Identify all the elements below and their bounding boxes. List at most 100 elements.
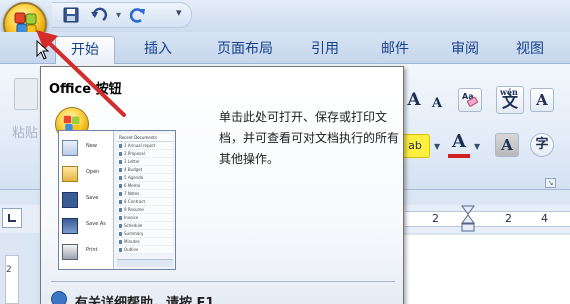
save-icon xyxy=(63,7,79,23)
clear-formatting-button[interactable]: Aa xyxy=(458,88,482,112)
tooltip-help-text: 有关详细帮助，请按 F1 xyxy=(75,296,215,304)
clipboard-icon xyxy=(14,78,38,110)
recent-documents-list: Recent Documents 1 Annual report 2 Propos… xyxy=(117,134,173,254)
document-icon xyxy=(119,215,122,220)
recent-document-item: Summary xyxy=(117,230,173,238)
recent-document-label: 3 Letter xyxy=(124,159,140,164)
word-2007-window: ▾ ▾ 开始 插入 页面布局 引用 邮件 审阅 视图 粘贴 A A Aa wén… xyxy=(0,0,570,304)
document-icon xyxy=(119,183,122,188)
recent-document-label: 5 Agenda xyxy=(124,175,144,180)
new-document-icon xyxy=(62,140,78,156)
document-icon xyxy=(119,223,122,228)
tab-insert[interactable]: 插入 xyxy=(128,36,188,64)
recent-document-item: Schedule xyxy=(117,222,173,230)
recent-document-item: Minutes xyxy=(117,238,173,246)
recent-document-label: 1 Annual report xyxy=(124,143,156,148)
document-icon xyxy=(119,199,122,204)
tab-mailings[interactable]: 邮件 xyxy=(370,36,420,64)
document-icon xyxy=(119,159,122,164)
document-icon xyxy=(119,143,122,148)
recent-document-label: 7 Notes xyxy=(124,191,140,196)
phonetic-guide-char: 文 xyxy=(502,92,519,111)
menu-item-new: New xyxy=(62,139,112,159)
save-icon xyxy=(62,192,78,208)
recent-document-label: 6 Memo xyxy=(124,183,141,188)
document-icon xyxy=(119,167,122,172)
menu-footer-buttons xyxy=(117,259,173,267)
highlight-dropdown-arrow[interactable]: ▼ xyxy=(434,142,440,151)
phonetic-guide-button[interactable]: wén 文 xyxy=(496,86,524,114)
document-icon xyxy=(119,175,122,180)
text-highlight-button[interactable]: ab xyxy=(400,134,430,158)
document-icon xyxy=(119,151,122,156)
indent-marker-icon[interactable] xyxy=(461,205,475,233)
eraser-icon: Aa xyxy=(462,92,478,107)
redo-icon xyxy=(129,8,146,23)
font-dialog-launcher-icon[interactable]: ↘ xyxy=(545,178,556,188)
tab-review[interactable]: 审阅 xyxy=(440,36,490,64)
help-icon xyxy=(51,291,67,304)
document-icon xyxy=(119,207,122,212)
font-color-button[interactable]: A xyxy=(447,130,471,154)
recent-document-item: 9 Resume xyxy=(117,206,173,214)
tab-selector-button[interactable] xyxy=(2,208,22,228)
grow-font-button[interactable]: A xyxy=(402,88,426,112)
menu-item-save: Save xyxy=(62,191,112,211)
customize-quick-access-icon[interactable]: ▾ xyxy=(176,6,182,19)
menu-item-label: Save xyxy=(86,195,99,201)
recent-documents-items: 1 Annual report 2 Proposal 3 Letter 4 Budge… xyxy=(117,142,173,254)
document-icon xyxy=(119,239,122,244)
menu-item-print: Print xyxy=(62,243,112,263)
document-icon xyxy=(119,247,122,252)
tooltip-separator xyxy=(51,281,395,282)
recent-document-label: 9 Resume xyxy=(124,207,144,212)
recent-document-item: Invoice xyxy=(117,214,173,222)
recent-document-item: 6 Memo xyxy=(117,182,173,190)
font-color-bar xyxy=(448,154,470,158)
tooltip-title: Office 按钮 xyxy=(49,82,122,97)
character-shading-button[interactable]: A xyxy=(495,133,519,157)
recent-document-item: Outline xyxy=(117,246,173,254)
font-color-dropdown-arrow[interactable]: ▼ xyxy=(474,142,480,151)
ruler-number: 4 xyxy=(541,212,548,225)
character-border-button[interactable]: A xyxy=(530,88,554,112)
redo-button[interactable] xyxy=(127,4,149,26)
vertical-ruler-number: 2 xyxy=(6,265,12,275)
save-as-icon xyxy=(62,218,78,234)
menu-item-label: Open xyxy=(86,169,100,175)
recent-documents-title: Recent Documents xyxy=(117,134,173,142)
tab-references[interactable]: 引用 xyxy=(300,36,350,64)
undo-dropdown-arrow[interactable]: ▾ xyxy=(116,10,121,21)
tab-page-layout[interactable]: 页面布局 xyxy=(200,36,290,64)
left-tab-icon xyxy=(8,214,16,222)
recent-document-label: Invoice xyxy=(124,215,139,220)
ruler-number: 2 xyxy=(505,212,512,225)
document-icon xyxy=(119,231,122,236)
recent-document-item: 1 Annual report xyxy=(117,142,173,150)
document-page[interactable] xyxy=(400,235,570,304)
recent-document-label: Summary xyxy=(124,231,144,236)
open-folder-icon xyxy=(62,166,78,182)
document-icon xyxy=(119,191,122,196)
tab-home[interactable]: 开始 xyxy=(55,36,115,64)
menu-item-label: Print xyxy=(86,247,98,253)
undo-icon xyxy=(91,7,108,22)
menu-item-label: New xyxy=(86,143,97,149)
undo-button[interactable] xyxy=(88,4,110,26)
enclose-characters-button[interactable]: 字 xyxy=(530,133,554,157)
tab-view[interactable]: 视图 xyxy=(505,36,555,64)
shrink-font-button[interactable]: A xyxy=(425,92,449,116)
menu-item-open: Open xyxy=(62,165,112,185)
ribbon-tabs: 开始 插入 页面布局 引用 邮件 审阅 视图 xyxy=(0,32,570,64)
recent-document-item: 8 Contract xyxy=(117,198,173,206)
vertical-ruler[interactable] xyxy=(5,255,19,304)
mouse-cursor-icon xyxy=(36,40,50,60)
office-menu-commands: New Open Save Save As Print xyxy=(59,131,114,269)
save-button[interactable] xyxy=(60,4,82,26)
paste-button[interactable] xyxy=(4,70,44,160)
ruler-number: 2 xyxy=(432,212,439,225)
recent-document-label: 4 Budget xyxy=(124,167,143,172)
tooltip-description: 单击此处可打开、保存或打印文档，并可查看可对文档执行的所有其他操作。 xyxy=(219,110,400,166)
recent-document-item: 7 Notes xyxy=(117,190,173,198)
quick-access-toolbar: ▾ xyxy=(52,2,192,28)
